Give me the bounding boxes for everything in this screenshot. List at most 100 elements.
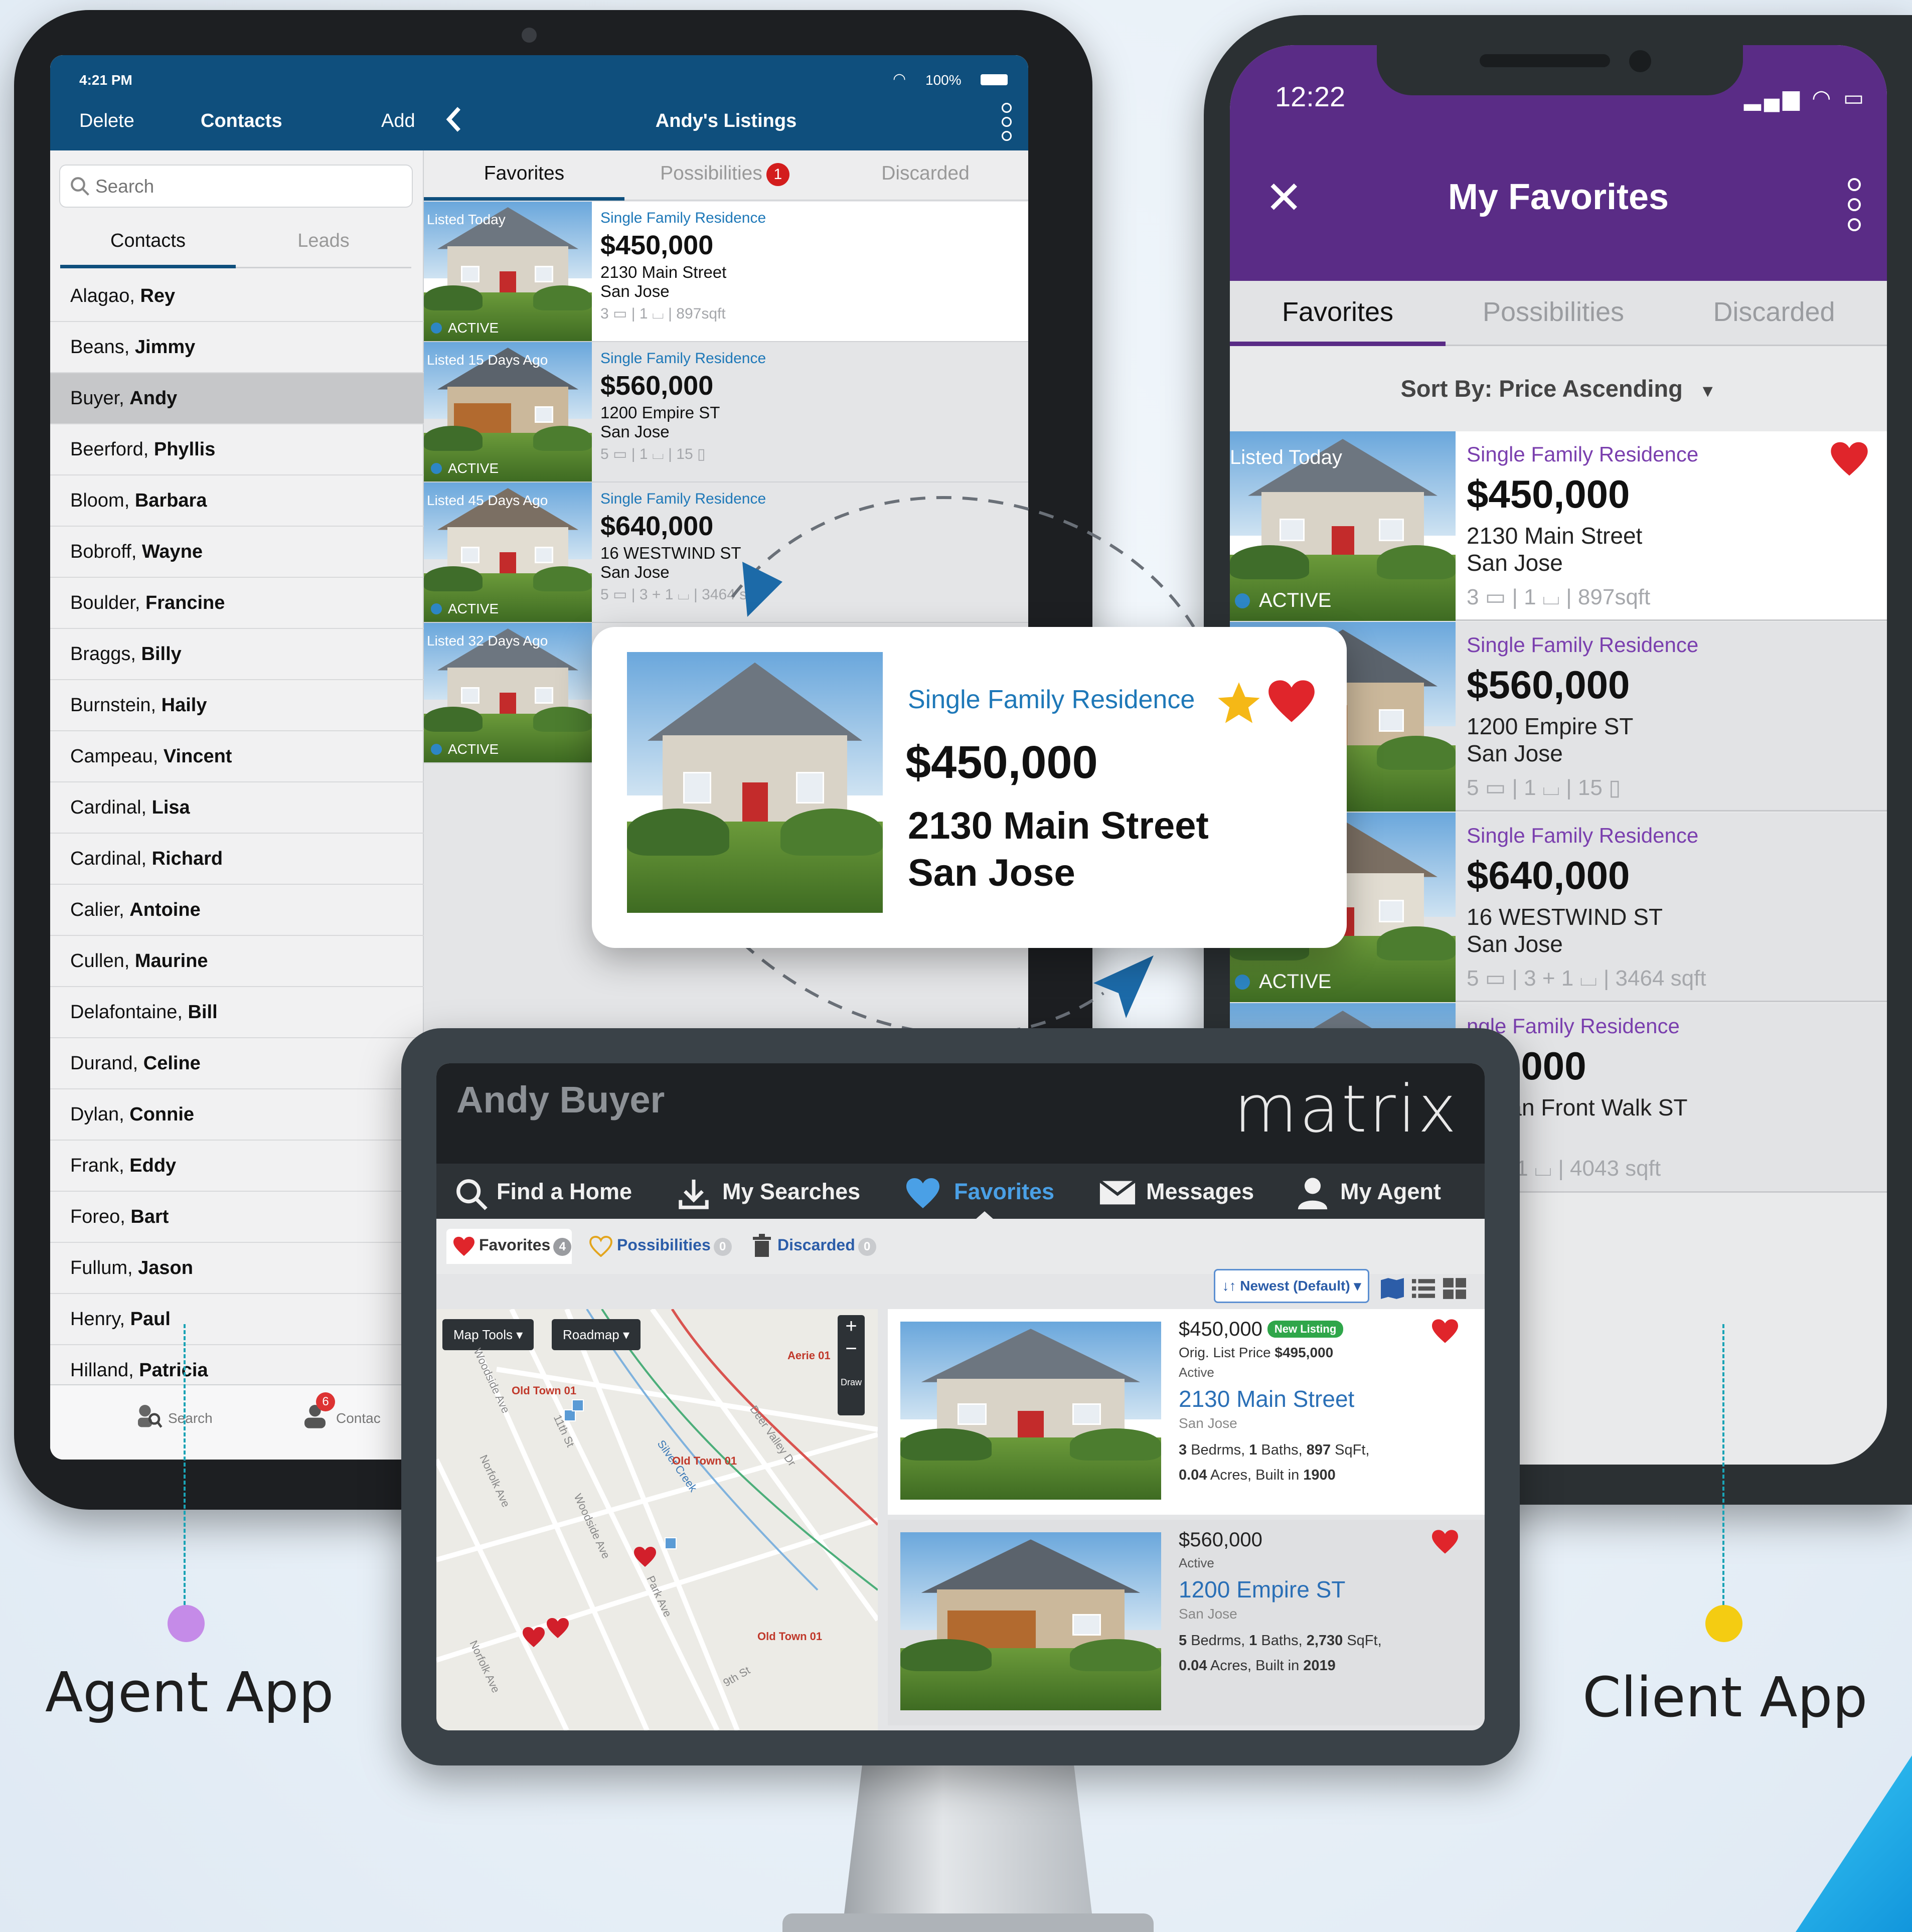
client-marker-dot: [1705, 1605, 1742, 1642]
contact-row[interactable]: Henry, Paul: [50, 1294, 424, 1345]
map-pin-heart-icon[interactable]: [633, 1546, 657, 1568]
add-button[interactable]: Add: [381, 110, 415, 132]
client-leader-line: [1722, 1324, 1724, 1605]
status-text: Active: [1179, 1365, 1214, 1380]
contacts-search[interactable]: [59, 165, 413, 208]
more-options-icon[interactable]: [1001, 103, 1013, 143]
star-icon[interactable]: [1214, 678, 1264, 728]
subtab-favorites[interactable]: Favorites 4: [479, 1236, 572, 1256]
nav-my-agent[interactable]: My Agent: [1340, 1179, 1441, 1205]
address-street: 2130 Main Street: [600, 263, 727, 281]
nav-messages[interactable]: Messages: [1146, 1179, 1254, 1205]
listing-photo: Listed Today ACTIVE: [1230, 431, 1456, 621]
sort-dropdown[interactable]: ↓↑ Newest (Default) ▾: [1214, 1269, 1369, 1303]
contact-row[interactable]: Calier, Antoine: [50, 885, 424, 936]
listing-card[interactable]: $560,000 Active 1200 Empire ST San Jose 5 Be…: [888, 1520, 1485, 1725]
client-app-caption: Client App: [1582, 1665, 1868, 1729]
sort-dropdown[interactable]: Sort By: Price Ascending ▼: [1230, 346, 1887, 431]
tab-favorites[interactable]: Favorites: [424, 150, 624, 201]
address-street-link[interactable]: 2130 Main Street: [1179, 1385, 1460, 1412]
contact-row[interactable]: Burnstein, Haily: [50, 680, 424, 731]
contact-row[interactable]: Cardinal, Lisa: [50, 782, 424, 834]
contact-row[interactable]: Cullen, Maurine: [50, 936, 424, 987]
contact-row[interactable]: Buyer, Andy: [50, 373, 424, 424]
contact-row[interactable]: Boulder, Francine: [50, 578, 424, 629]
map-pin-heart-icon[interactable]: [546, 1617, 570, 1639]
tab-leads[interactable]: Leads: [236, 218, 411, 268]
contact-row[interactable]: Durand, Celine: [50, 1038, 424, 1089]
subtab-discarded[interactable]: Discarded 0: [777, 1236, 876, 1256]
listed-age: Listed Today: [1230, 446, 1342, 468]
contact-row[interactable]: Bobroff, Wayne: [50, 527, 424, 578]
address-street: 16 WESTWIND ST: [600, 544, 741, 562]
listing-card[interactable]: $450,000 New Listing Orig. List Price $495…: [888, 1309, 1485, 1515]
roadmap-button[interactable]: Roadmap ▾: [552, 1319, 641, 1350]
listing-card[interactable]: Listed 45 Days Ago ACTIVE Single Family Re…: [424, 482, 1028, 623]
status-badge: ACTIVE: [431, 320, 499, 336]
map-view-icon[interactable]: [1379, 1277, 1405, 1300]
contact-first-name: Vincent: [163, 746, 232, 767]
heart-icon[interactable]: [1430, 1529, 1460, 1555]
nav-favorites[interactable]: Favorites: [954, 1179, 1054, 1205]
map-tools-button[interactable]: Map Tools ▾: [442, 1319, 534, 1350]
map-marker[interactable]: [665, 1537, 677, 1549]
map-marker[interactable]: [572, 1399, 584, 1411]
contact-first-name: Barbara: [134, 490, 207, 511]
listing-card[interactable]: Listed 15 Days Ago ACTIVE Single Family Re…: [424, 342, 1028, 482]
property-type: Single Family Residence: [600, 210, 766, 226]
house-photo: [900, 1322, 1161, 1500]
tab-discarded[interactable]: Discarded: [1661, 281, 1887, 346]
tab-discarded[interactable]: Discarded: [825, 150, 1026, 201]
address-street: Ocean Front Walk ST: [1467, 1094, 1688, 1120]
beds-value: 5: [1179, 1633, 1187, 1649]
page-title: My Favorites: [1448, 177, 1669, 217]
subtab-possibilities[interactable]: Possibilities 0: [617, 1236, 732, 1256]
address-street-link[interactable]: 1200 Empire ST: [1179, 1576, 1460, 1603]
contact-row[interactable]: Foreo, Bart: [50, 1192, 424, 1243]
heart-icon[interactable]: [1266, 677, 1317, 725]
contact-row[interactable]: Fullum, Jason: [50, 1243, 424, 1294]
listing-popup-card[interactable]: Single Family Residence $450,000 2130 Ma…: [592, 627, 1347, 948]
tabbar-contacts-label[interactable]: Contac: [336, 1410, 381, 1426]
tab-possibilities[interactable]: Possibilities 1: [624, 150, 825, 201]
contact-row[interactable]: Campeau, Vincent: [50, 731, 424, 782]
contact-row[interactable]: Cardinal, Richard: [50, 834, 424, 885]
contact-row[interactable]: Braggs, Billy: [50, 629, 424, 680]
search-input[interactable]: [95, 172, 396, 202]
listings-header: 100% ◠ Andy's Listings: [424, 55, 1028, 150]
contact-row[interactable]: Delafontaine, Bill: [50, 987, 424, 1038]
zoom-in-button[interactable]: +: [838, 1315, 865, 1338]
nav-find-a-home[interactable]: Find a Home: [497, 1179, 632, 1205]
listing-card[interactable]: Listed Today ACTIVE Single Family Residenc…: [1230, 431, 1887, 621]
search-icon: [456, 1179, 488, 1210]
search-people-icon[interactable]: [134, 1401, 163, 1429]
contact-first-name: Phyllis: [153, 439, 216, 460]
list-view-icon[interactable]: [1410, 1277, 1437, 1300]
more-options-icon[interactable]: [1847, 178, 1862, 233]
monitor-base: [782, 1913, 1154, 1932]
grid-view-icon[interactable]: [1442, 1277, 1468, 1300]
tabbar-search-label[interactable]: Search: [168, 1410, 213, 1426]
contact-row[interactable]: Bloom, Barbara: [50, 475, 424, 527]
acres-value: 0.04: [1179, 1658, 1207, 1674]
tab-contacts[interactable]: Contacts: [60, 218, 236, 268]
nav-my-searches[interactable]: My Searches: [722, 1179, 860, 1205]
map-pin-heart-icon[interactable]: [522, 1626, 546, 1648]
zoom-out-button[interactable]: −: [838, 1338, 865, 1360]
draw-button[interactable]: Draw: [838, 1377, 865, 1388]
contact-row[interactable]: Dylan, Connie: [50, 1089, 424, 1141]
contacts-pane: 4:21 PM Delete Contacts Add Contacts Lea…: [50, 55, 424, 1460]
contact-row[interactable]: Frank, Eddy: [50, 1141, 424, 1192]
listing-info: Single Family Residence $560,000 1200 Empi…: [600, 350, 1017, 463]
contact-row[interactable]: Beerford, Phyllis: [50, 424, 424, 475]
delete-button[interactable]: Delete: [79, 110, 134, 132]
contact-row[interactable]: Alagao, Rey: [50, 271, 424, 322]
listing-info: Single Family Residence $640,000 16 WESTWI…: [600, 491, 1017, 603]
contact-row[interactable]: Beans, Jimmy: [50, 322, 424, 373]
heart-icon[interactable]: [1430, 1318, 1460, 1344]
tab-favorites[interactable]: Favorites: [1230, 281, 1446, 346]
heart-icon[interactable]: [1829, 440, 1869, 477]
listings-map[interactable]: Map Tools ▾ Roadmap ▾ + − Draw Woodside …: [436, 1309, 878, 1730]
tab-possibilities[interactable]: Possibilities: [1446, 281, 1661, 346]
listing-card[interactable]: Listed Today ACTIVE Single Family Residenc…: [424, 202, 1028, 342]
